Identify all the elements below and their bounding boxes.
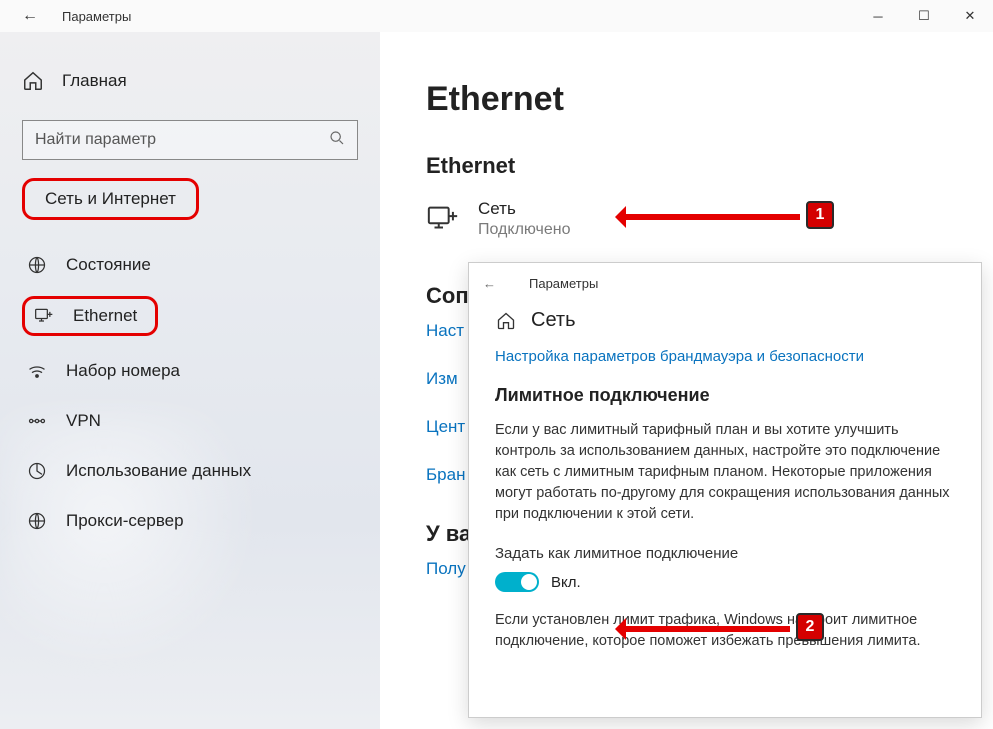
vpn-icon: [26, 410, 48, 432]
sidebar-home[interactable]: Главная: [22, 70, 358, 92]
sidebar-item-label: Прокси-сервер: [66, 511, 184, 531]
sidebar-item-label: Ethernet: [73, 306, 137, 326]
data-usage-icon: [26, 460, 48, 482]
search-input[interactable]: [35, 131, 329, 149]
sidebar-category: Сеть и Интернет: [37, 183, 184, 215]
ethernet-icon: [33, 305, 55, 327]
network-status: Подключено: [478, 221, 571, 239]
overlay-back-button[interactable]: ←: [483, 276, 505, 291]
overlay-title: Параметры: [529, 276, 598, 291]
network-monitor-icon: [426, 202, 460, 236]
annotation-badge-1: 1: [806, 201, 834, 229]
window-controls: ─ ☐ ✕: [855, 0, 993, 32]
sidebar-item-label: Использование данных: [66, 461, 251, 481]
metered-toggle[interactable]: [495, 572, 539, 592]
sidebar-item-ethernet[interactable]: Ethernet: [22, 296, 358, 336]
sidebar-item-label: Состояние: [66, 255, 151, 275]
section-header-ethernet: Ethernet: [426, 153, 947, 179]
minimize-button[interactable]: ─: [855, 0, 901, 32]
dialup-icon: [26, 360, 48, 382]
overlay-window: ← Параметры Сеть Настройка параметров бр…: [468, 262, 982, 718]
maximize-button[interactable]: ☐: [901, 0, 947, 32]
globe-icon: [26, 254, 48, 276]
annotation-box-category: Сеть и Интернет: [22, 178, 199, 220]
sidebar-item-label: VPN: [66, 411, 101, 431]
overlay-heading-text: Сеть: [531, 309, 575, 332]
close-button[interactable]: ✕: [947, 0, 993, 32]
firewall-settings-link[interactable]: Настройка параметров брандмауэра и безоп…: [495, 348, 864, 365]
network-name: Сеть: [478, 199, 571, 219]
home-icon: [22, 70, 44, 92]
sidebar-item-proxy[interactable]: Прокси-сервер: [22, 496, 358, 546]
sidebar-home-label: Главная: [62, 71, 127, 91]
overlay-titlebar: ← Параметры: [469, 263, 981, 303]
home-icon: [495, 310, 517, 332]
sidebar-item-label: Набор номера: [66, 361, 180, 381]
metered-description: Если у вас лимитный тарифный план и вы х…: [495, 420, 955, 525]
sidebar: Главная Сеть и Интернет Состояние: [0, 32, 380, 729]
page-title: Ethernet: [426, 80, 947, 119]
window-title: Параметры: [62, 9, 131, 24]
annotation-arrow-2: [620, 626, 790, 632]
sidebar-item-data-usage[interactable]: Использование данных: [22, 446, 358, 496]
search-box[interactable]: [22, 120, 358, 160]
sidebar-item-status[interactable]: Состояние: [22, 240, 358, 290]
sidebar-item-dialup[interactable]: Набор номера: [22, 346, 358, 396]
search-icon: [329, 130, 345, 151]
overlay-page-heading: Сеть: [495, 309, 955, 332]
back-button[interactable]: ←: [18, 7, 42, 25]
titlebar: ← Параметры ─ ☐ ✕: [0, 0, 993, 32]
sidebar-item-vpn[interactable]: VPN: [22, 396, 358, 446]
proxy-icon: [26, 510, 48, 532]
annotation-arrow-1: [620, 214, 800, 220]
metered-toggle-state: Вкл.: [551, 574, 581, 591]
annotation-badge-2: 2: [796, 613, 824, 641]
metered-header: Лимитное подключение: [495, 385, 955, 406]
metered-toggle-label: Задать как лимитное подключение: [495, 545, 955, 562]
